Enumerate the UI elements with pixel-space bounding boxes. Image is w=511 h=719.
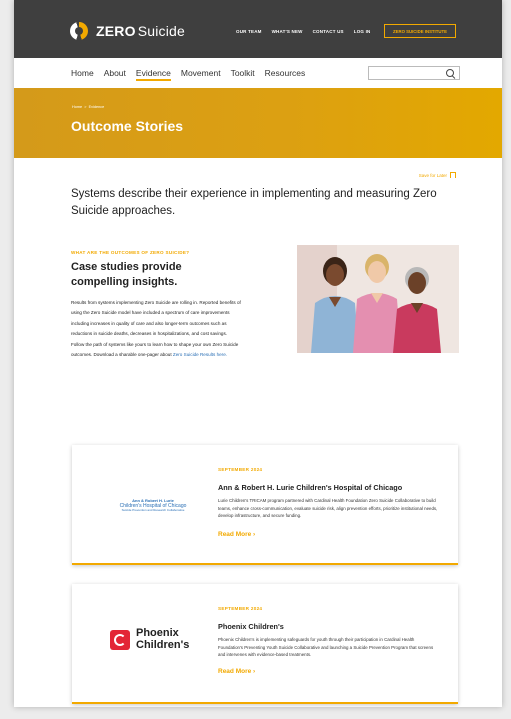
- nurses-photo: [297, 245, 459, 353]
- card-title[interactable]: Ann & Robert H. Lurie Children's Hospita…: [218, 483, 402, 492]
- logo-line: Phoenix: [136, 627, 179, 639]
- link-contact-us[interactable]: CONTACT US: [313, 29, 344, 34]
- nurses-illustration: [297, 245, 459, 353]
- logo-line: Children's: [136, 638, 190, 651]
- intro-text: Systems describe their experience in imp…: [71, 188, 437, 217]
- site-logo[interactable]: ZERO Suicide: [70, 22, 185, 40]
- breadcrumb[interactable]: Home > Evidence: [72, 105, 104, 109]
- card-text: Lurie Children's TRICAM program partnere…: [218, 498, 438, 519]
- card-date: SEPTEMBER 2024: [218, 606, 263, 611]
- page: ZERO Suicide OUR TEAM WHAT'S NEW CONTACT …: [14, 0, 502, 707]
- utility-links: OUR TEAM WHAT'S NEW CONTACT US LOG IN: [236, 29, 370, 34]
- link-log-in[interactable]: LOG IN: [354, 29, 371, 34]
- search-input[interactable]: [368, 66, 460, 80]
- results-link[interactable]: Zero Suicide Results here.: [173, 352, 227, 357]
- nav-item-home[interactable]: Home: [71, 68, 94, 81]
- outcome-card: Ann & Robert H. Lurie Children's Hospita…: [72, 445, 458, 565]
- link-our-team[interactable]: OUR TEAM: [236, 29, 262, 34]
- nav-item-movement[interactable]: Movement: [181, 68, 221, 81]
- nav-item-toolkit[interactable]: Toolkit: [231, 68, 255, 81]
- logo-mark-icon: [70, 22, 88, 40]
- institute-button[interactable]: ZERO SUICIDE INSTITUTE: [384, 24, 456, 38]
- nav-item-evidence[interactable]: Evidence: [135, 68, 171, 81]
- nav-item-about[interactable]: About: [104, 68, 126, 81]
- logo-line: Suicide Prevention and Research Collabor…: [121, 508, 185, 513]
- nav-item-resources[interactable]: Resources: [265, 68, 306, 81]
- card-text: Phoenix Children's is implementing safeg…: [218, 637, 434, 658]
- bookmark-icon: [450, 172, 456, 178]
- read-more-link[interactable]: Read More ›: [218, 531, 255, 538]
- page-title: Outcome Stories: [71, 118, 184, 134]
- search-icon[interactable]: [446, 69, 454, 77]
- section-title: Case studies provide compelling insights…: [71, 261, 182, 289]
- section-body: Results from systems implementing Zero S…: [71, 298, 241, 361]
- save-for-later-button[interactable]: Save for Later: [419, 172, 456, 178]
- read-more-link[interactable]: Read More ›: [218, 668, 255, 675]
- lurie-logo: Ann & Robert H. Lurie Children's Hospita…: [114, 498, 192, 513]
- outcome-card: Phoenix Children's SEPTEMBER 2024 Phoeni…: [72, 584, 458, 704]
- section-body-text: Results from systems implementing Zero S…: [71, 300, 241, 358]
- link-whats-new[interactable]: WHAT'S NEW: [272, 29, 303, 34]
- page-hero: Home > Evidence Outcome Stories: [14, 88, 502, 158]
- phoenix-childrens-logo: Phoenix Children's: [110, 627, 190, 651]
- top-bar: ZERO Suicide OUR TEAM WHAT'S NEW CONTACT …: [14, 0, 502, 58]
- phoenix-icon: [110, 629, 130, 650]
- card-title[interactable]: Phoenix Children's: [218, 622, 284, 631]
- section-eyebrow: WHAT ARE THE OUTCOMES OF ZERO SUICIDE?: [71, 250, 190, 255]
- card-date: SEPTEMBER 2024: [218, 467, 263, 472]
- main-nav: Home About Evidence Movement Toolkit Res…: [14, 58, 502, 89]
- logo-text: ZERO Suicide: [96, 23, 186, 39]
- save-label: Save for Later: [418, 172, 447, 178]
